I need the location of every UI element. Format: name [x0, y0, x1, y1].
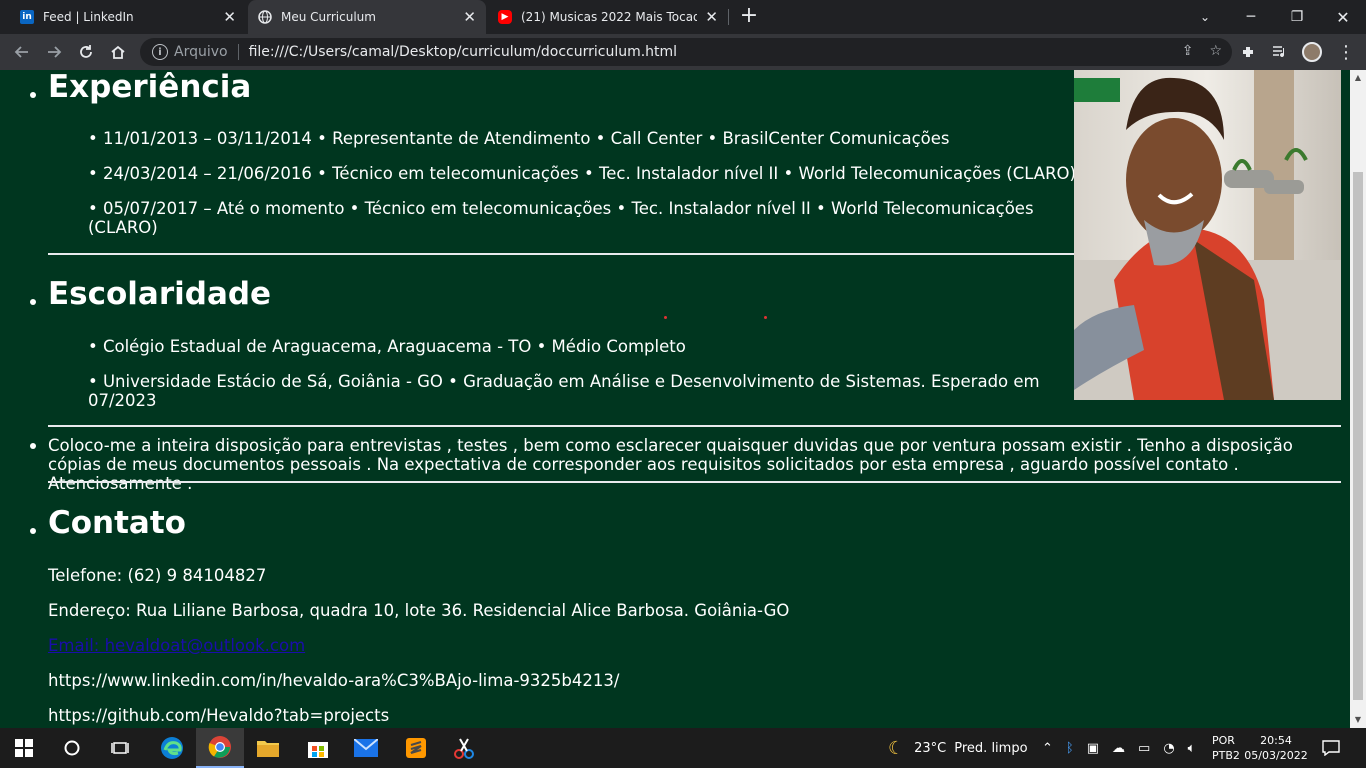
microsoft-store-icon[interactable] [294, 728, 342, 768]
close-tab-icon[interactable]: ✕ [463, 8, 476, 26]
red-dot [764, 316, 767, 319]
contact-phone: Telefone: (62) 9 84104827 [48, 566, 267, 585]
tab-title: Feed | LinkedIn [43, 10, 134, 24]
battery-icon[interactable]: ▭ [1138, 741, 1150, 756]
weather-desc: Pred. limpo [954, 740, 1028, 756]
task-view-icon[interactable] [96, 728, 144, 768]
reload-button[interactable] [74, 40, 98, 64]
experience-heading: Experiência [48, 70, 252, 105]
tab-search-icon[interactable]: ⌄ [1182, 0, 1228, 34]
contact-github: https://github.com/Hevaldo?tab=projects [48, 706, 390, 725]
keyboard-layout: PTB2 [1212, 749, 1240, 762]
tab-youtube[interactable]: ▶ (21) Musicas 2022 Mais Tocadas ... ✕ [488, 0, 728, 34]
contact-email-link[interactable]: Email: hevaldoat@outlook.com [48, 636, 305, 655]
weather-temp: 23°C [914, 740, 947, 756]
list-bullet [30, 443, 36, 449]
chevron-up-icon[interactable]: ⌃ [1042, 741, 1053, 756]
tab-title: (21) Musicas 2022 Mais Tocadas ... [521, 10, 698, 24]
close-tab-icon[interactable]: ✕ [705, 8, 718, 26]
clock[interactable]: 20:54 05/03/2022 [1244, 728, 1308, 768]
close-tab-icon[interactable]: ✕ [223, 8, 236, 26]
scheme-label: Arquivo [174, 44, 228, 60]
tab-curriculum[interactable]: Meu Curriculum ✕ [248, 0, 486, 34]
scrollbar-thumb[interactable] [1353, 172, 1363, 700]
experience-item: • 24/03/2014 – 21/06/2016 • Técnico em t… [88, 164, 1076, 183]
new-tab-button[interactable]: + [737, 4, 761, 28]
profile-avatar[interactable] [1302, 42, 1322, 62]
wifi-icon[interactable]: ◔ [1163, 741, 1174, 756]
home-button[interactable] [106, 40, 130, 64]
section-divider [48, 481, 1341, 483]
moon-icon: ☾ [888, 737, 905, 759]
clock-date: 05/03/2022 [1244, 749, 1308, 762]
experience-item: • 05/07/2017 – Até o momento • Técnico e… [88, 199, 1034, 237]
windows-taskbar: ☾ 23°C Pred. limpo ⌃ ᛒ ▣ ☁ ▭ ◔ 🔈︎ POR PT… [0, 728, 1366, 768]
menu-icon[interactable]: ⋮ [1334, 40, 1358, 64]
page-scrollbar[interactable]: ▲ ▼ [1350, 70, 1366, 728]
snipping-tool-icon[interactable] [440, 728, 488, 768]
education-item: • Universidade Estácio de Sá, Goiânia - … [88, 372, 1040, 410]
weather-widget[interactable]: ☾ 23°C Pred. limpo [888, 728, 1028, 768]
start-button[interactable] [0, 728, 48, 768]
chrome-icon[interactable] [196, 728, 244, 768]
browser-toolbar: i Arquivo file:///C:/Users/camal/Desktop… [0, 34, 1366, 70]
education-item: • Colégio Estadual de Araguacema, Aragua… [88, 337, 686, 356]
file-explorer-icon[interactable] [244, 728, 292, 768]
contact-address: Endereço: Rua Liliane Barbosa, quadra 10… [48, 601, 790, 620]
availability-statement: Coloco-me a inteira disposição para entr… [48, 436, 1293, 493]
sublime-text-icon[interactable] [392, 728, 440, 768]
page-viewport: Experiência • 11/01/2013 – 03/11/2014 • … [0, 70, 1350, 728]
system-tray: ⌃ ᛒ ▣ ☁ ▭ ◔ 🔈︎ [1042, 728, 1195, 768]
section-divider [48, 253, 1074, 255]
tab-strip: in Feed | LinkedIn ✕ Meu Curriculum ✕ ▶ … [0, 0, 1366, 34]
share-icon[interactable]: ⇪ [1182, 43, 1194, 59]
bluetooth-icon[interactable]: ᛒ [1066, 741, 1074, 756]
back-button[interactable] [10, 40, 34, 64]
restore-button[interactable]: ❐ [1274, 0, 1320, 34]
clock-time: 20:54 [1260, 734, 1292, 747]
url-text[interactable]: file:///C:/Users/camal/Desktop/curriculu… [249, 44, 677, 60]
education-heading: Escolaridade [48, 276, 272, 312]
media-control-icon[interactable] [1268, 40, 1292, 64]
tab-linkedin[interactable]: in Feed | LinkedIn ✕ [10, 0, 246, 34]
divider [237, 44, 239, 60]
mail-icon[interactable] [342, 728, 390, 768]
volume-icon[interactable]: 🔈︎ [1188, 741, 1196, 756]
tab-divider [728, 9, 729, 25]
red-dot [664, 316, 667, 319]
notifications-icon[interactable] [1322, 728, 1340, 768]
scroll-down-arrow-icon[interactable]: ▼ [1350, 712, 1366, 728]
experience-item: • 11/01/2013 – 03/11/2014 • Representant… [88, 129, 950, 148]
minimize-button[interactable]: ─ [1228, 0, 1274, 34]
list-bullet [30, 92, 36, 98]
edge-icon[interactable] [148, 728, 196, 768]
globe-icon [258, 10, 272, 24]
forward-button[interactable] [42, 40, 66, 64]
linkedin-icon: in [20, 10, 34, 24]
lang-code: POR [1212, 734, 1235, 747]
list-bullet [30, 299, 36, 305]
bookmark-star-icon[interactable]: ☆ [1209, 43, 1222, 59]
contact-heading: Contato [48, 505, 186, 541]
youtube-icon: ▶ [498, 10, 512, 24]
meet-now-icon[interactable]: ▣ [1087, 741, 1099, 756]
address-bar[interactable]: i Arquivo file:///C:/Users/camal/Desktop… [140, 38, 1232, 66]
scroll-up-arrow-icon[interactable]: ▲ [1350, 70, 1366, 86]
profile-photo [1074, 70, 1341, 400]
tab-title: Meu Curriculum [281, 10, 376, 24]
site-info-icon[interactable]: i [152, 44, 168, 60]
contact-linkedin: https://www.linkedin.com/in/hevaldo-ara%… [48, 671, 620, 690]
extensions-icon[interactable] [1236, 40, 1260, 64]
language-indicator[interactable]: POR PTB2 [1212, 728, 1240, 768]
list-bullet [30, 528, 36, 534]
search-icon[interactable] [48, 728, 96, 768]
onedrive-icon[interactable]: ☁ [1112, 741, 1125, 756]
close-window-button[interactable]: ✕ [1320, 0, 1366, 34]
section-divider [48, 425, 1341, 427]
